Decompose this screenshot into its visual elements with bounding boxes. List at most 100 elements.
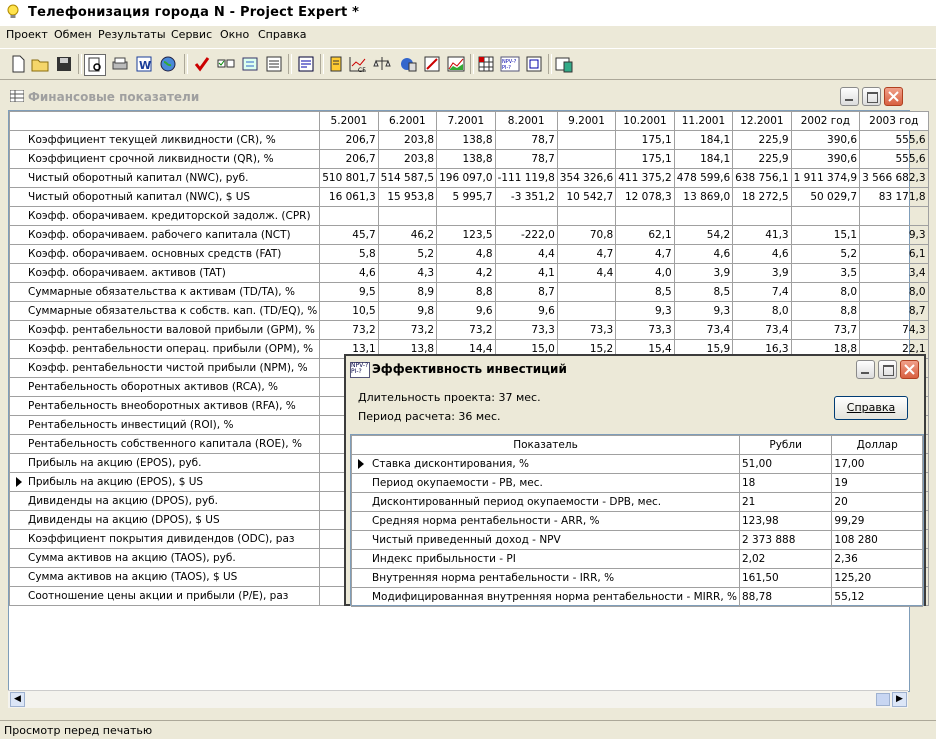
open-folder-icon[interactable]: [30, 54, 50, 74]
rubles-value[interactable]: 161,50: [738, 568, 833, 588]
efficiency-row[interactable]: Период окупаемости - PB, мес. 18 19: [351, 473, 923, 493]
table-cell[interactable]: 3,9: [732, 263, 792, 283]
table-cell[interactable]: [790, 206, 861, 226]
table-cell[interactable]: 555,6: [859, 149, 929, 169]
table-cell[interactable]: 4,3: [377, 263, 438, 283]
table-cell[interactable]: 196 097,0: [436, 168, 496, 188]
edit-icon[interactable]: [422, 54, 442, 74]
table-cell[interactable]: 175,1: [615, 149, 675, 169]
column-header[interactable]: 2003 год: [859, 111, 929, 131]
rubles-value[interactable]: 123,98: [738, 511, 833, 531]
table-cell[interactable]: 45,7: [319, 225, 379, 245]
table-cell[interactable]: 184,1: [673, 149, 734, 169]
menu-results[interactable]: Результаты: [98, 28, 166, 41]
table-cell[interactable]: [494, 206, 558, 226]
dollars-value[interactable]: 99,29: [831, 511, 923, 531]
table-cell[interactable]: 225,9: [732, 130, 792, 150]
table-cell[interactable]: 4,4: [556, 263, 617, 283]
print-preview-icon[interactable]: [84, 54, 106, 76]
column-header[interactable]: 9.2001: [556, 111, 617, 131]
table-cell[interactable]: 206,7: [319, 130, 379, 150]
npv-icon[interactable]: NPV-?PI-?: [500, 54, 520, 74]
table-cell[interactable]: [673, 206, 734, 226]
table-cell[interactable]: 73,7: [790, 320, 861, 340]
table-cell[interactable]: 4,7: [556, 244, 617, 264]
table-cell[interactable]: [859, 206, 929, 226]
scroll-thumb[interactable]: [876, 693, 890, 706]
table-row[interactable]: Коэффициент текущей ликвидности (CR), % 2…: [8, 130, 929, 150]
table-cell[interactable]: [319, 206, 379, 226]
balance-icon[interactable]: [372, 54, 392, 74]
table-cell[interactable]: [377, 206, 438, 226]
table-cell[interactable]: 6,1: [859, 244, 929, 264]
table-cell[interactable]: 12 078,3: [615, 187, 675, 207]
dollars-value[interactable]: 108 280: [831, 530, 923, 550]
table-cell[interactable]: 13 869,0: [673, 187, 734, 207]
table-row[interactable]: Суммарные обязательства к активам (TD/TA…: [8, 282, 929, 302]
table-cell[interactable]: 54,2: [673, 225, 734, 245]
table-cell[interactable]: 4,0: [615, 263, 675, 283]
close-button[interactable]: [884, 87, 903, 106]
table-row[interactable]: Коэффициент срочной ликвидности (QR), % 2…: [8, 149, 929, 169]
table-cell[interactable]: 15,1: [790, 225, 861, 245]
table-row[interactable]: Коэфф. оборачиваем. рабочего капитала (N…: [8, 225, 929, 245]
table-cell[interactable]: -222,0: [494, 225, 558, 245]
table-cell[interactable]: 62,1: [615, 225, 675, 245]
table-cell[interactable]: 73,2: [319, 320, 379, 340]
table-cell[interactable]: 73,2: [377, 320, 438, 340]
table-cell[interactable]: 510 801,7: [319, 168, 379, 188]
table-cell[interactable]: [556, 301, 617, 321]
menu-help[interactable]: Справка: [258, 28, 306, 41]
list-icon[interactable]: [296, 54, 316, 74]
table-cell[interactable]: 390,6: [790, 149, 861, 169]
menu-exchange[interactable]: Обмен: [54, 28, 92, 41]
table-cell[interactable]: [556, 130, 617, 150]
table-cell[interactable]: 41,3: [732, 225, 792, 245]
calculator-icon[interactable]: [398, 54, 418, 74]
efficiency-row[interactable]: Внутренняя норма рентабельности - IRR, %…: [351, 568, 923, 588]
table-cell[interactable]: 123,5: [436, 225, 496, 245]
menu-project[interactable]: Проект: [6, 28, 48, 41]
table-cell[interactable]: 10 542,7: [556, 187, 617, 207]
efficiency-row[interactable]: Дисконтированный период окупаемости - DP…: [351, 492, 923, 512]
table-cell[interactable]: 5,8: [319, 244, 379, 264]
document-icon[interactable]: [326, 54, 346, 74]
word-export-icon[interactable]: W: [134, 54, 154, 74]
table-cell[interactable]: 73,3: [556, 320, 617, 340]
table-row[interactable]: Коэфф. оборачиваем. основных средств (FA…: [8, 244, 929, 264]
table-cell[interactable]: 9,3: [673, 301, 734, 321]
help-button[interactable]: Справка: [834, 396, 908, 420]
rubles-value[interactable]: 88,78: [738, 587, 833, 607]
table-cell[interactable]: 225,9: [732, 149, 792, 169]
table-cell[interactable]: [615, 206, 675, 226]
efficiency-row[interactable]: Чистый приведенный доход - NPV 2 373 888 1…: [351, 530, 923, 550]
column-header[interactable]: 7.2001: [436, 111, 496, 131]
table-cell[interactable]: 8,0: [859, 282, 929, 302]
print-icon[interactable]: [110, 54, 130, 74]
table-cell[interactable]: 3 566 682,3: [859, 168, 929, 188]
dollars-value[interactable]: 20: [831, 492, 923, 512]
cashflow-icon[interactable]: CF: [348, 54, 368, 74]
table-cell[interactable]: 354 326,6: [556, 168, 617, 188]
save-icon[interactable]: [54, 54, 74, 74]
table-cell[interactable]: 5,2: [790, 244, 861, 264]
table-cell[interactable]: 9,6: [494, 301, 558, 321]
table-cell[interactable]: 138,8: [436, 130, 496, 150]
table-cell[interactable]: 73,4: [673, 320, 734, 340]
table-cell[interactable]: 514 587,5: [377, 168, 438, 188]
grid-icon[interactable]: [476, 54, 496, 74]
analysis-icon[interactable]: [554, 54, 574, 74]
table-cell[interactable]: 9,3: [859, 225, 929, 245]
dollars-value[interactable]: 2,36: [831, 549, 923, 569]
menu-window[interactable]: Окно: [220, 28, 249, 41]
table-cell[interactable]: 3,9: [673, 263, 734, 283]
table-cell[interactable]: 8,7: [859, 301, 929, 321]
chart-icon[interactable]: [446, 54, 466, 74]
dollars-value[interactable]: 17,00: [831, 454, 923, 474]
maximize-button[interactable]: [862, 87, 881, 106]
table-cell[interactable]: [556, 149, 617, 169]
scroll-right-button[interactable]: ▶: [892, 692, 907, 707]
table-cell[interactable]: 73,3: [615, 320, 675, 340]
dialog-close-button[interactable]: [900, 360, 919, 379]
check-icon[interactable]: [192, 54, 212, 74]
